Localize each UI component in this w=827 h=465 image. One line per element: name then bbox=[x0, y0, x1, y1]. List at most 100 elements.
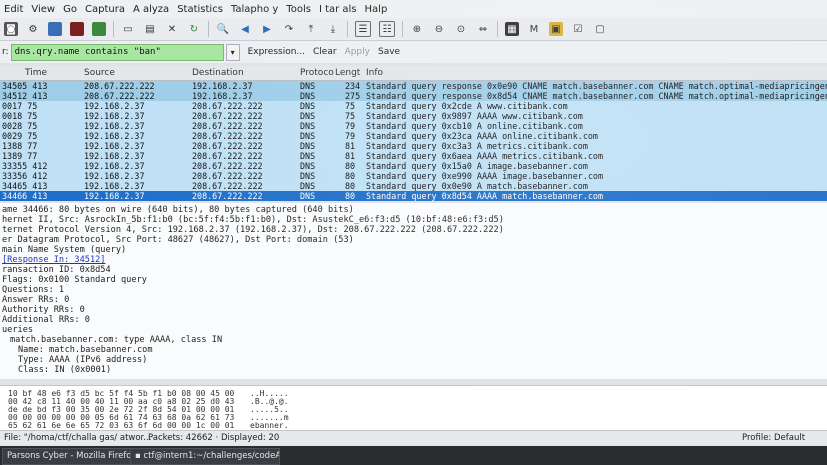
packet-row[interactable]: 0029 75 192.168.2.37 208.67.222.222 DNS 79 St… bbox=[0, 131, 827, 141]
preferences-icon[interactable]: ☑ bbox=[571, 22, 585, 36]
status-profile[interactable]: Profile: Default bbox=[742, 433, 805, 443]
packet-row[interactable]: 0018 75 192.168.2.37 208.67.222.222 DNS 75 St… bbox=[0, 111, 827, 121]
packet-no: 33356 412 bbox=[2, 171, 48, 181]
packet-row[interactable]: 1389 77 192.168.2.37 208.67.222.222 DNS 81 St… bbox=[0, 151, 827, 161]
menu-edit[interactable]: Edit bbox=[0, 4, 27, 15]
coloring-rules-icon[interactable]: ▣ bbox=[549, 22, 563, 36]
packet-row[interactable]: 34465 413 192.168.2.37 208.67.222.222 DNS 80… bbox=[0, 181, 827, 191]
detail-line[interactable]: ueries bbox=[2, 325, 33, 335]
packet-list[interactable]: 34505 413 208.67.222.222 192.168.2.37 DNS 23… bbox=[0, 81, 827, 201]
column-time[interactable]: Time bbox=[25, 68, 47, 78]
packet-info: Standard query 0x15a0 A image.basebanner… bbox=[366, 161, 588, 171]
detail-line[interactable]: hernet II, Src: AsrockIn_5b:f1:b0 (bc:5f… bbox=[2, 215, 504, 225]
colorize-icon[interactable]: ☰ bbox=[355, 21, 371, 37]
menu-i-tar-als[interactable]: I tar als bbox=[315, 4, 361, 15]
packet-row[interactable]: 1388 77 192.168.2.37 208.67.222.222 DNS 81 St… bbox=[0, 141, 827, 151]
taskbar-firefox[interactable]: Parsons Cyber - Mozilla Firefox bbox=[2, 448, 134, 465]
packet-no: 34466 413 bbox=[2, 191, 48, 201]
packet-src: 192.168.2.37 bbox=[84, 191, 145, 201]
detail-line[interactable]: Questions: 1 bbox=[2, 285, 64, 295]
expression-button[interactable]: Expression... bbox=[248, 47, 305, 57]
last-packet-icon[interactable]: ⤓ bbox=[326, 22, 340, 36]
reload-icon[interactable]: ↻ bbox=[187, 22, 201, 36]
open-file-icon[interactable]: ▭ bbox=[121, 22, 135, 36]
detail-line[interactable]: Additional RRs: 0 bbox=[2, 315, 90, 325]
detail-line[interactable]: match.basebanner.com: type AAAA, class I… bbox=[10, 335, 222, 345]
menu-tools[interactable]: Tools bbox=[282, 4, 315, 15]
column-destination[interactable]: Destination bbox=[192, 68, 244, 78]
detail-line[interactable]: Answer RRs: 0 bbox=[2, 295, 69, 305]
column-length[interactable]: Lengt bbox=[335, 68, 360, 78]
packet-bytes-pane[interactable]: 10 bf 48 e6 f3 d5 bc 5f f4 5b f1 b0 08 0… bbox=[0, 385, 827, 430]
display-filters-icon[interactable]: M bbox=[527, 22, 541, 36]
packet-no: 0028 75 bbox=[2, 121, 38, 131]
menu-statistics[interactable]: Statistics bbox=[173, 4, 227, 15]
packet-row[interactable]: 0028 75 192.168.2.37 208.67.222.222 DNS 79 St… bbox=[0, 121, 827, 131]
packet-proto: DNS bbox=[300, 101, 316, 111]
save-file-icon[interactable]: ▤ bbox=[143, 22, 157, 36]
packet-info: Standard query 0x2cde A www.citibank.com bbox=[366, 101, 568, 111]
detail-line[interactable]: Type: AAAA (IPv6 address) bbox=[18, 355, 147, 365]
go-forward-icon[interactable]: ▶ bbox=[260, 22, 274, 36]
packet-dst: 192.168.2.37 bbox=[192, 91, 253, 101]
normal-size-icon[interactable]: ⊙ bbox=[454, 22, 468, 36]
filter-history-dropdown[interactable]: ▾ bbox=[225, 43, 240, 61]
help-icon[interactable]: ▢ bbox=[593, 22, 607, 36]
menu-view[interactable]: View bbox=[27, 4, 59, 15]
first-packet-icon[interactable]: ⤒ bbox=[304, 22, 318, 36]
detail-line[interactable]: main Name System (query) bbox=[2, 245, 126, 255]
packet-src: 192.168.2.37 bbox=[84, 171, 145, 181]
menu-talapho-y[interactable]: Talapho y bbox=[227, 4, 282, 15]
packet-row[interactable]: 34512 413 208.67.222.222 192.168.2.37 DNS 27… bbox=[0, 91, 827, 101]
detail-line[interactable]: ame 34466: 80 bytes on wire (640 bits), … bbox=[2, 205, 354, 215]
packet-proto: DNS bbox=[300, 181, 316, 191]
packet-dst: 208.67.222.222 bbox=[192, 141, 263, 151]
packet-details-pane[interactable]: ame 34466: 80 bytes on wire (640 bits), … bbox=[0, 203, 827, 379]
menu-a-alyza[interactable]: A alyza bbox=[129, 4, 173, 15]
display-filter-input[interactable]: dns.qry.name contains "ban" bbox=[10, 43, 224, 61]
restart-capture-icon[interactable] bbox=[92, 22, 106, 36]
column-protocol[interactable]: Protoco bbox=[300, 68, 334, 78]
column-source[interactable]: Source bbox=[84, 68, 115, 78]
close-file-icon[interactable]: ✕ bbox=[165, 22, 179, 36]
detail-line[interactable]: Name: match.basebanner.com bbox=[18, 345, 153, 355]
interfaces-icon[interactable]: ◙ bbox=[4, 22, 18, 36]
clear-button[interactable]: Clear bbox=[313, 47, 337, 57]
auto-scroll-icon[interactable]: ☷ bbox=[379, 21, 395, 37]
packet-dst: 208.67.222.222 bbox=[192, 161, 263, 171]
go-to-packet-icon[interactable]: ↷ bbox=[282, 22, 296, 36]
detail-line[interactable]: ternet Protocol Version 4, Src: 192.168.… bbox=[2, 225, 504, 235]
packet-src: 192.168.2.37 bbox=[84, 141, 145, 151]
resize-columns-icon[interactable]: ⇔ bbox=[476, 22, 490, 36]
go-back-icon[interactable]: ◀ bbox=[238, 22, 252, 36]
stop-capture-icon[interactable] bbox=[70, 22, 84, 36]
save-filter-button[interactable]: Save bbox=[378, 47, 400, 57]
detail-line[interactable]: Flags: 0x0100 Standard query bbox=[2, 275, 147, 285]
menu-halp[interactable]: Halp bbox=[361, 4, 392, 15]
options-icon[interactable]: ⚙ bbox=[26, 22, 40, 36]
find-packet-icon[interactable]: 🔍 bbox=[216, 22, 230, 36]
detail-line[interactable]: er Datagram Protocol, Src Port: 48627 (4… bbox=[2, 235, 354, 245]
apply-button[interactable]: Apply bbox=[345, 47, 370, 57]
column-info[interactable]: Info bbox=[366, 68, 383, 78]
zoom-out-icon[interactable]: ⊖ bbox=[432, 22, 446, 36]
packet-proto: DNS bbox=[300, 141, 316, 151]
start-capture-icon[interactable] bbox=[48, 22, 62, 36]
response-in-link[interactable]: [Response In: 34512] bbox=[2, 255, 105, 265]
taskbar-terminal[interactable]: ▪ ctf@intern1:~/challenges/codeA bbox=[130, 448, 280, 465]
detail-line[interactable]: Class: IN (0x0001) bbox=[18, 365, 111, 375]
capture-filters-icon[interactable]: ▦ bbox=[505, 22, 519, 36]
zoom-in-icon[interactable]: ⊕ bbox=[410, 22, 424, 36]
menu-go[interactable]: Go bbox=[59, 4, 81, 15]
packet-row[interactable]: 33356 412 192.168.2.37 208.67.222.222 DNS 80… bbox=[0, 171, 827, 181]
packet-no: 0017 75 bbox=[2, 101, 38, 111]
packet-dst: 208.67.222.222 bbox=[192, 151, 263, 161]
menu-captura[interactable]: Captura bbox=[81, 4, 129, 15]
detail-line[interactable]: Authority RRs: 0 bbox=[2, 305, 85, 315]
detail-line[interactable]: ransaction ID: 0x8d54 bbox=[2, 265, 111, 275]
packet-info: Standard query 0xcb10 A online.citibank.… bbox=[366, 121, 583, 131]
packet-row[interactable]: 0017 75 192.168.2.37 208.67.222.222 DNS 75 St… bbox=[0, 101, 827, 111]
packet-row[interactable]: 33355 412 192.168.2.37 208.67.222.222 DNS 80… bbox=[0, 161, 827, 171]
packet-row-selected[interactable]: 34466 413 192.168.2.37 208.67.222.222 DNS 80… bbox=[0, 191, 827, 201]
packet-row[interactable]: 34505 413 208.67.222.222 192.168.2.37 DNS 23… bbox=[0, 81, 827, 91]
